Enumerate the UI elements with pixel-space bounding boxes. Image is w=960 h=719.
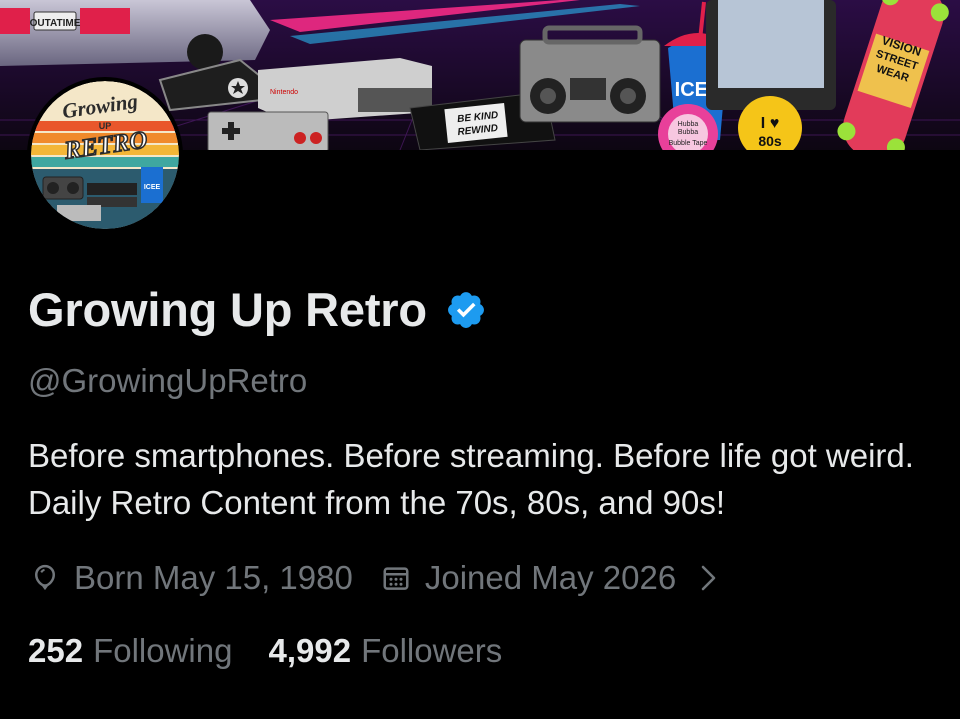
chevron-right-icon[interactable] [698,563,720,593]
avatar-logo: ICEE Growing UP RETRO [31,81,179,229]
gum-line2: Bubba [678,129,698,136]
pin-line2: 80s [758,133,782,149]
calendar-icon [383,567,409,590]
verified-badge-icon[interactable] [445,289,487,331]
following-label: Following [93,632,233,669]
birthday-item: Born May 15, 1980 [30,559,353,597]
following-count: 252 [28,632,84,669]
tv [706,0,836,110]
delorean-car: OUTATIME [0,0,270,70]
followers-link[interactable]: 4,992 Followers [268,632,502,670]
profile-meta-row: Born May 15, 1980 Joined May 2026 [30,556,720,600]
display-name: Growing Up Retro [28,283,427,336]
birthday-text: Born May 15, 1980 [74,559,353,596]
joined-item: Joined May 2026 [381,559,676,597]
avatar[interactable]: ICEE Growing UP RETRO [27,77,183,233]
followers-label: Followers [361,632,503,669]
boombox [519,25,661,123]
followers-count: 4,992 [268,632,352,669]
balloon-icon [34,564,56,591]
svg-text:Nintendo: Nintendo [270,89,298,96]
avatar-logo-line2: UP [99,121,112,131]
license-plate-text: OUTATIME [30,18,81,29]
gum-line1: Hubba [678,121,699,128]
joined-text: Joined May 2026 [424,559,677,596]
gum-line3: Bubble Tape [669,140,708,147]
following-link[interactable]: 252 Following [28,632,232,670]
display-name-row: Growing Up Retro [28,282,487,337]
follow-stats: 252 Following 4,992 Followers [28,628,502,674]
avatar-cup-text: ICEE [144,184,161,191]
pin-line1: I ♥ [761,115,779,132]
handle: @GrowingUpRetro [28,362,308,399]
bio: Before smartphones. Before streaming. Be… [28,437,914,521]
